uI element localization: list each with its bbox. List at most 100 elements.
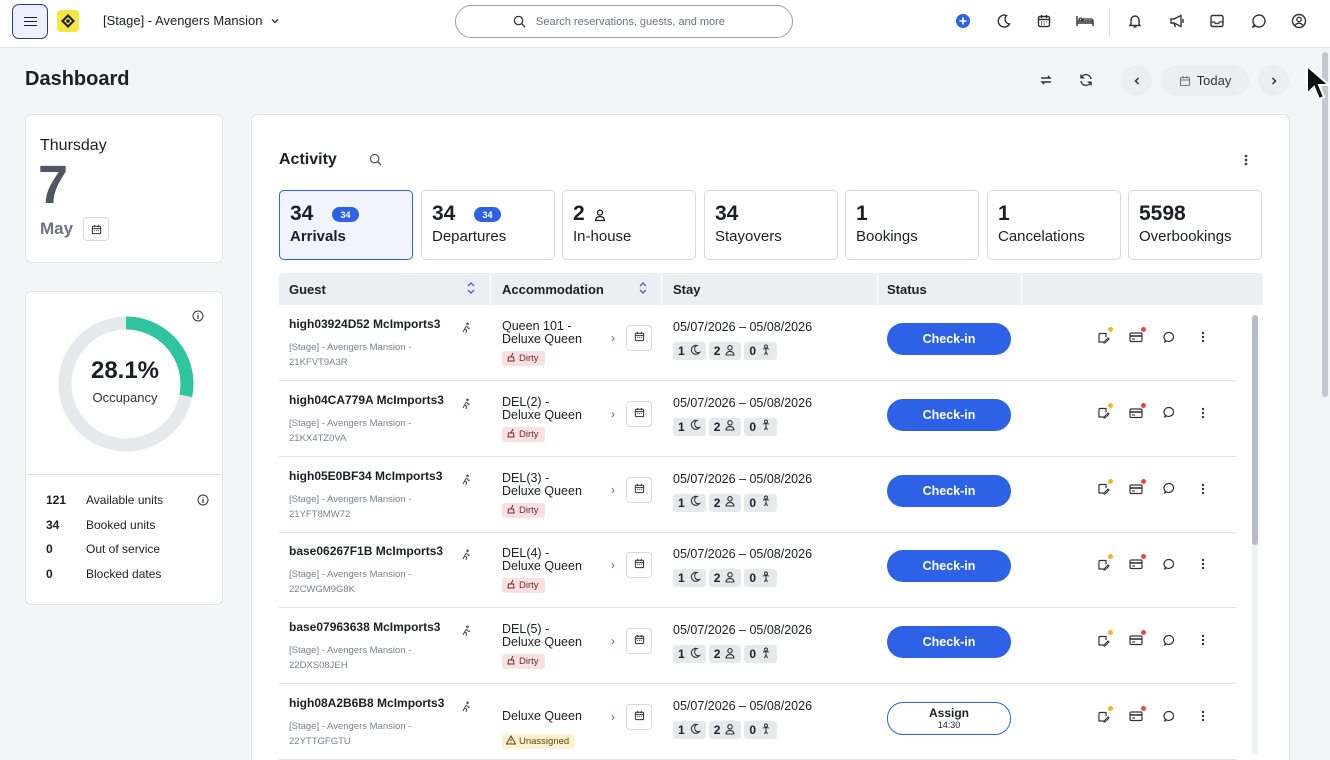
- assign-button[interactable]: Assign 14:30: [887, 702, 1011, 735]
- tab-cancelations[interactable]: 1 Cancelations: [987, 190, 1121, 260]
- message-icon[interactable]: [1161, 405, 1177, 421]
- table-scrollbar-thumb[interactable]: [1252, 315, 1258, 545]
- table-row[interactable]: high05E0BF34 McImports3 [Stage] - Avenge…: [279, 457, 1237, 533]
- row-more-icon[interactable]: [1195, 329, 1211, 345]
- column-stay[interactable]: Stay: [673, 282, 700, 297]
- chevron-right-icon[interactable]: ›: [611, 710, 615, 724]
- table-scrollbar[interactable]: [1252, 315, 1258, 755]
- payment-card-icon[interactable]: [1128, 478, 1146, 497]
- guest-name[interactable]: high04CA779A McImports3: [289, 393, 444, 407]
- row-more-icon[interactable]: [1195, 405, 1211, 421]
- guest-name[interactable]: high08A2B6B8 McImports3: [289, 696, 444, 710]
- payment-card-icon[interactable]: [1128, 630, 1146, 648]
- guest-name[interactable]: high03924D52 McImports3: [289, 317, 440, 331]
- bell-icon[interactable]: [1126, 12, 1144, 30]
- row-more-icon[interactable]: [1195, 708, 1211, 724]
- adults-chip: 2: [708, 493, 742, 512]
- tab-in-house[interactable]: 2 In-house: [562, 190, 696, 260]
- check-in-button[interactable]: Check-in: [887, 626, 1011, 659]
- message-icon[interactable]: [1161, 329, 1177, 345]
- occupancy-percent: 28.1%: [90, 357, 160, 384]
- check-in-button[interactable]: Check-in: [887, 550, 1011, 583]
- table-row[interactable]: base07963638 McImports3 [Stage] - Avenge…: [279, 608, 1237, 685]
- table-row[interactable]: high08A2B6B8 McImports3 [Stage] - Avenge…: [279, 684, 1237, 760]
- calendar-button[interactable]: [626, 552, 652, 579]
- walk-in-icon: [460, 624, 472, 642]
- previous-day-button[interactable]: [1121, 65, 1152, 96]
- payment-card-icon[interactable]: [1128, 327, 1146, 345]
- dark-mode-icon[interactable]: [995, 12, 1013, 30]
- tab-arrivals[interactable]: 34 34 Arrivals: [279, 190, 413, 260]
- row-more-icon[interactable]: [1195, 481, 1211, 497]
- refresh-icon[interactable]: [1076, 70, 1096, 90]
- message-icon[interactable]: [1161, 632, 1177, 648]
- inbox-icon[interactable]: [1208, 12, 1226, 30]
- calendar-button[interactable]: [626, 628, 652, 655]
- sort-icon[interactable]: [639, 281, 647, 300]
- row-more-icon[interactable]: [1195, 632, 1211, 648]
- chat-icon[interactable]: [1250, 12, 1268, 30]
- calendar-button[interactable]: [626, 704, 652, 730]
- chevron-right-icon[interactable]: ›: [611, 634, 615, 648]
- column-guest[interactable]: Guest: [289, 282, 326, 297]
- children-count: 0: [749, 495, 757, 510]
- nights-count: 1: [678, 723, 685, 737]
- column-accommodation[interactable]: Accommodation: [502, 282, 604, 297]
- tab-departures[interactable]: 34 34 Departures: [421, 190, 555, 260]
- chevron-right-icon[interactable]: ›: [611, 407, 615, 421]
- swap-icon[interactable]: [1036, 70, 1056, 90]
- search-icon[interactable]: [369, 153, 382, 171]
- reservation-code: 22CWGM9G8K: [289, 584, 355, 596]
- note-icon[interactable]: [1095, 706, 1113, 724]
- calendar-button[interactable]: [626, 476, 652, 503]
- calendar-icon[interactable]: [1035, 12, 1053, 30]
- calendar-button[interactable]: [626, 400, 652, 427]
- chevron-right-icon[interactable]: ›: [611, 483, 615, 497]
- message-icon[interactable]: [1161, 708, 1177, 724]
- sort-icon[interactable]: [467, 281, 475, 300]
- tab-stayovers[interactable]: 34 Stayovers: [704, 190, 838, 260]
- reservation-code: 22YTTGFGTU: [289, 736, 351, 747]
- next-day-button[interactable]: [1258, 65, 1289, 96]
- note-icon[interactable]: [1095, 402, 1113, 421]
- guest-name[interactable]: high05E0BF34 McImports3: [289, 469, 442, 483]
- info-icon[interactable]: [197, 494, 209, 509]
- payment-card-icon[interactable]: [1128, 402, 1146, 421]
- date-picker-button[interactable]: [83, 217, 109, 241]
- message-icon[interactable]: [1161, 556, 1177, 572]
- chevron-right-icon[interactable]: ›: [611, 558, 615, 572]
- check-in-button[interactable]: Check-in: [887, 474, 1011, 507]
- page-scrollbar[interactable]: [1320, 48, 1330, 760]
- today-button[interactable]: Today: [1161, 65, 1249, 96]
- more-vertical-icon[interactable]: [1242, 153, 1250, 172]
- check-in-button[interactable]: Check-in: [887, 323, 1011, 355]
- table-row[interactable]: high04CA779A McImports3 [Stage] - Avenge…: [279, 381, 1237, 457]
- nights-chip: 1: [673, 721, 706, 739]
- message-icon[interactable]: [1161, 481, 1177, 497]
- user-account-icon[interactable]: [1290, 12, 1308, 30]
- check-in-button[interactable]: Check-in: [887, 398, 1011, 431]
- calendar-button[interactable]: [626, 325, 652, 351]
- note-icon[interactable]: [1095, 630, 1113, 648]
- children-count: 0: [749, 647, 757, 662]
- payment-card-icon[interactable]: [1128, 706, 1146, 724]
- add-icon[interactable]: [954, 12, 972, 30]
- notification-dot: [1141, 554, 1146, 560]
- guest-name[interactable]: base07963638 McImports3: [289, 620, 440, 634]
- megaphone-icon[interactable]: [1168, 12, 1186, 30]
- row-more-icon[interactable]: [1195, 556, 1211, 572]
- note-icon[interactable]: [1095, 327, 1113, 345]
- note-icon[interactable]: [1095, 554, 1113, 572]
- bed-icon[interactable]: [1075, 12, 1095, 30]
- payment-card-icon[interactable]: [1128, 554, 1146, 572]
- chevron-right-icon[interactable]: ›: [611, 331, 615, 345]
- guest-name[interactable]: base06267F1B McImports3: [289, 544, 443, 558]
- column-status[interactable]: Status: [887, 282, 927, 297]
- info-icon[interactable]: [192, 309, 204, 327]
- tab-bookings[interactable]: 1 Bookings: [845, 190, 979, 260]
- table-row[interactable]: base06267F1B McImports3 [Stage] - Avenge…: [279, 532, 1237, 609]
- table-row[interactable]: high03924D52 McImports3 [Stage] - Avenge…: [279, 305, 1237, 381]
- housekeeping-status-badge: Dirty: [502, 502, 545, 518]
- tab-overbookings[interactable]: 5598 Overbookings: [1128, 190, 1262, 260]
- note-icon[interactable]: [1095, 478, 1113, 497]
